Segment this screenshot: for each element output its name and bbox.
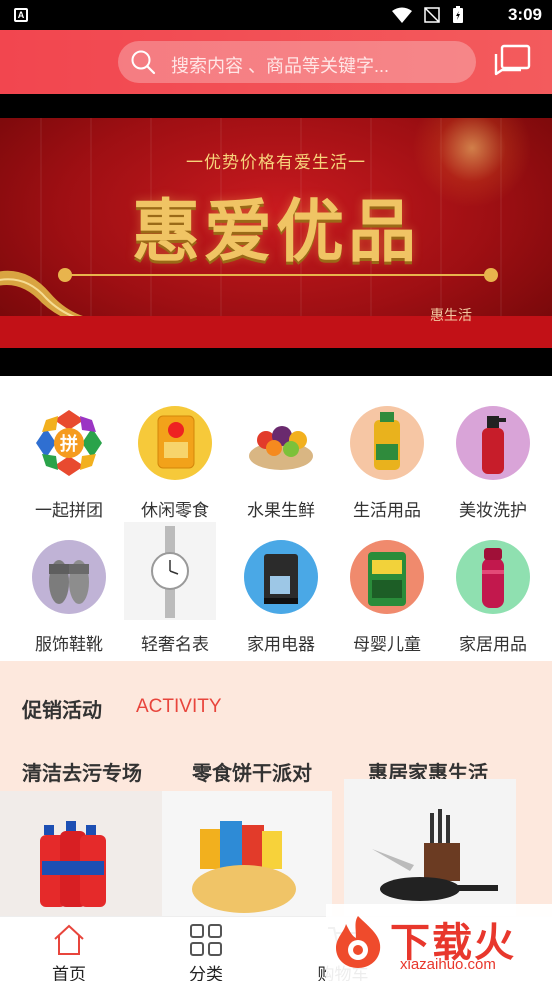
snacks-icon bbox=[138, 406, 212, 480]
promo-title: 促销活动 bbox=[22, 700, 102, 722]
category-group-buy[interactable]: 拼 一起拼团 bbox=[12, 388, 122, 520]
category-label: 母婴儿童 bbox=[353, 635, 421, 654]
search-icon bbox=[131, 50, 156, 75]
oil-icon bbox=[350, 406, 424, 480]
banner[interactable]: 一优势价格有爱生活一 惠爱优品 惠生活 bbox=[0, 118, 552, 348]
message-icon[interactable] bbox=[493, 44, 531, 80]
tab-label: 首页 bbox=[52, 965, 86, 981]
watch-icon bbox=[124, 522, 216, 620]
category-beauty[interactable]: 美妆洗护 bbox=[436, 388, 546, 520]
category-baby[interactable]: 母婴儿童 bbox=[330, 522, 440, 654]
tab-label: 分类 bbox=[189, 965, 223, 981]
category-apparel[interactable]: 服饰鞋靴 bbox=[12, 522, 122, 654]
tab-category[interactable]: 分类 bbox=[151, 917, 261, 981]
category-label: 轻奢名表 bbox=[141, 635, 209, 654]
promo-card-image-kitchen[interactable] bbox=[344, 779, 516, 916]
category-fruit[interactable]: 水果生鲜 bbox=[224, 388, 334, 520]
status-bar: A 3:09 bbox=[0, 0, 552, 30]
banner-corner-text: 惠生活 bbox=[430, 307, 472, 323]
category-label: 一起拼团 bbox=[35, 501, 103, 520]
group-buy-icon: 拼 bbox=[32, 406, 106, 480]
category-label: 水果生鲜 bbox=[247, 501, 315, 520]
wifi-icon bbox=[392, 7, 412, 23]
battery-icon bbox=[453, 6, 463, 23]
category-watches[interactable]: 轻奢名表 bbox=[118, 522, 228, 654]
category-label: 生活用品 bbox=[353, 501, 421, 520]
watermark-url: xiazaihuo.com bbox=[400, 956, 496, 973]
status-icons bbox=[392, 6, 464, 24]
shampoo-icon bbox=[456, 406, 530, 480]
coffee-maker-icon bbox=[244, 540, 318, 614]
promo-card-image-snacks[interactable] bbox=[162, 791, 332, 916]
category-grid: 拼 一起拼团 休闲零食 水果生鲜 生活用品 美妆洗护 服饰鞋靴 轻奢名表 家用电… bbox=[0, 376, 552, 661]
fruit-icon bbox=[244, 406, 318, 480]
watermark-logo-icon bbox=[336, 916, 381, 968]
app-notification-icon: A bbox=[14, 8, 28, 22]
search-input[interactable]: 搜索内容 、商品等关键字... bbox=[171, 52, 389, 78]
seaweed-icon bbox=[350, 540, 424, 614]
category-label: 家用电器 bbox=[247, 635, 315, 654]
category-label: 服饰鞋靴 bbox=[35, 635, 103, 654]
banner-title: 惠爱优品 bbox=[131, 192, 420, 272]
category-snacks[interactable]: 休闲零食 bbox=[118, 388, 228, 520]
category-label: 美妆洗护 bbox=[459, 501, 527, 520]
home-icon bbox=[54, 924, 84, 955]
watermark: 下载火 xiazaihuo.com bbox=[326, 904, 552, 981]
category-daily[interactable]: 生活用品 bbox=[330, 388, 440, 520]
promo-card-title[interactable]: 清洁去污专场 bbox=[22, 757, 142, 786]
promo-section: 促销活动 ACTIVITY 清洁去污专场 零食饼干派对 惠居家惠生活 bbox=[0, 661, 552, 916]
search-bar[interactable]: 搜索内容 、商品等关键字... bbox=[118, 41, 476, 83]
category-label: 休闲零食 bbox=[141, 501, 209, 520]
promo-card-title[interactable]: 零食饼干派对 bbox=[192, 757, 312, 786]
category-appliances[interactable]: 家用电器 bbox=[224, 522, 334, 654]
thermos-icon bbox=[456, 540, 530, 614]
group-buy-glyph: 拼 bbox=[60, 433, 78, 455]
promo-title-en: ACTIVITY bbox=[136, 696, 222, 717]
banner-subtitle: 一优势价格有爱生活一 bbox=[186, 153, 366, 172]
grid-icon bbox=[190, 924, 222, 956]
no-signal-icon bbox=[424, 7, 440, 23]
promo-card-image-detergent[interactable] bbox=[0, 791, 162, 916]
slippers-icon bbox=[32, 540, 106, 614]
banner-area: 一优势价格有爱生活一 惠爱优品 惠生活 bbox=[0, 94, 552, 376]
banner-dot-left bbox=[58, 268, 72, 282]
status-time: 3:09 bbox=[507, 5, 542, 24]
category-home[interactable]: 家居用品 bbox=[436, 522, 546, 654]
tab-home[interactable]: 首页 bbox=[14, 917, 124, 981]
category-label: 家居用品 bbox=[459, 635, 527, 654]
banner-dot-right bbox=[484, 268, 498, 282]
banner-divider bbox=[64, 274, 492, 276]
header: 搜索内容 、商品等关键字... bbox=[0, 30, 552, 94]
